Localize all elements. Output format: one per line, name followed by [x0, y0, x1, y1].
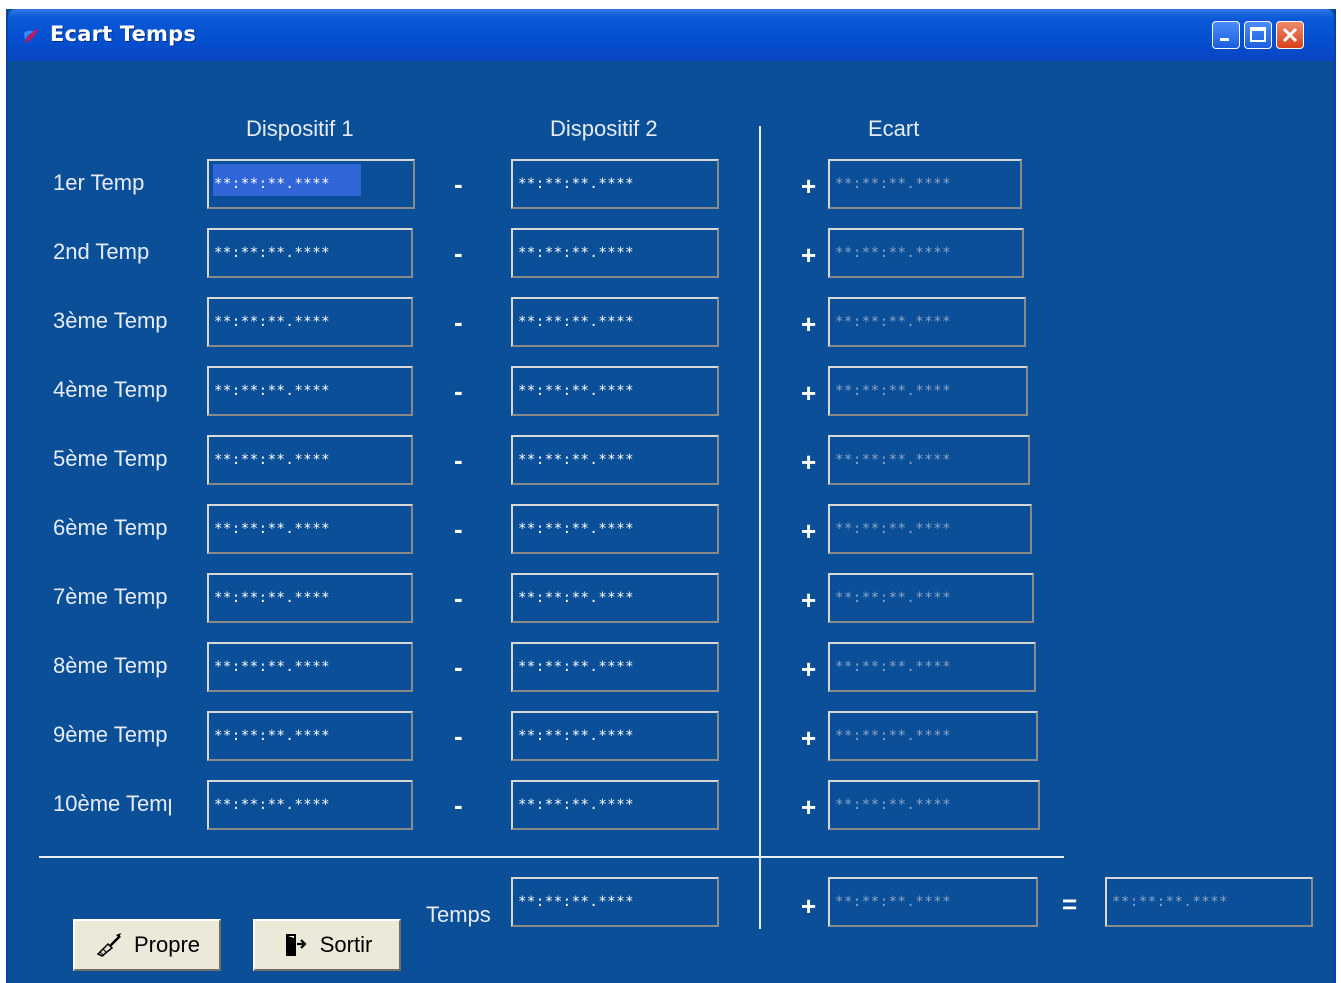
minus-operator: - — [454, 445, 463, 475]
plus-operator: + — [801, 378, 817, 408]
propre-label: Propre — [133, 932, 201, 957]
maximize-button[interactable] — [1244, 21, 1272, 49]
minus-operator: - — [454, 514, 463, 544]
plus-operator: + — [801, 585, 817, 615]
row-separator — [39, 856, 1064, 858]
close-icon — [1282, 27, 1298, 43]
device2-time-field[interactable] — [511, 642, 719, 692]
device2-time-field[interactable] — [511, 435, 719, 485]
plus-operator: + — [801, 171, 817, 201]
exit-door-icon — [285, 934, 307, 956]
minus-operator: - — [454, 307, 463, 337]
minimize-button[interactable] — [1212, 21, 1240, 49]
maximize-icon — [1250, 27, 1266, 42]
device2-time-field[interactable] — [511, 159, 719, 209]
device1-time-field[interactable] — [207, 642, 413, 692]
column-separator — [759, 126, 761, 929]
minus-operator: - — [454, 790, 463, 820]
minimize-icon — [1220, 38, 1229, 41]
ecart-temps-window: Ecart Temps Dispositif 1 Dispositif 2 Ec… — [6, 9, 1336, 983]
gap-time-field[interactable] — [828, 711, 1038, 761]
device1-time-field[interactable] — [207, 435, 413, 485]
device1-time-field[interactable] — [207, 711, 413, 761]
plus-operator: + — [801, 240, 817, 270]
device1-time-field[interactable] — [207, 780, 413, 830]
app-icon — [24, 29, 38, 43]
device1-time-field[interactable] — [207, 297, 413, 347]
row-label: 4ème Temp — [53, 377, 168, 402]
plus-operator: + — [801, 654, 817, 684]
row-label: 8ème Temp — [53, 653, 168, 678]
device2-time-field[interactable] — [511, 573, 719, 623]
plus-operator: + — [801, 309, 817, 339]
gap-time-field[interactable] — [828, 159, 1022, 209]
gap-time-field[interactable] — [828, 573, 1034, 623]
gap-time-field[interactable] — [828, 228, 1024, 278]
minus-operator: - — [454, 169, 463, 199]
gap-time-field[interactable] — [828, 366, 1028, 416]
row-label: 1er Temp — [53, 170, 145, 195]
total-gap-field[interactable] — [828, 877, 1038, 927]
device1-time-field[interactable] — [207, 366, 413, 416]
device2-time-field[interactable] — [511, 297, 719, 347]
header-device1: Dispositif 1 — [246, 116, 354, 141]
total-device2-field[interactable] — [511, 877, 719, 927]
row-label: 2nd Temp — [53, 239, 150, 264]
device2-time-field[interactable] — [511, 711, 719, 761]
temps-label: Temps — [426, 902, 491, 927]
plus-operator: + — [801, 516, 817, 546]
minus-operator: - — [454, 376, 463, 406]
plus-operator: + — [801, 792, 817, 822]
sortir-label: Sortir — [319, 932, 373, 957]
title-bar[interactable]: Ecart Temps — [8, 9, 1334, 61]
gap-time-field[interactable] — [828, 504, 1032, 554]
equals-operator: = — [1062, 889, 1078, 919]
gap-time-field[interactable] — [828, 297, 1026, 347]
device2-time-field[interactable] — [511, 228, 719, 278]
sortir-button[interactable]: Sortir — [253, 919, 401, 971]
device1-time-field[interactable] — [207, 228, 413, 278]
broom-icon — [96, 933, 121, 957]
device2-time-field[interactable] — [511, 366, 719, 416]
plus-operator: + — [801, 891, 817, 921]
gap-time-field[interactable] — [828, 780, 1040, 830]
row-label: 3ème Temp — [53, 308, 168, 333]
device1-time-field[interactable] — [207, 573, 413, 623]
row-label: 7ème Temp — [53, 584, 168, 609]
row-label: 10ème Temp — [53, 791, 171, 816]
result-field[interactable] — [1105, 877, 1313, 927]
row-label: 9ème Temp — [53, 722, 168, 747]
minus-operator: - — [454, 238, 463, 268]
device1-time-field[interactable] — [207, 504, 413, 554]
minus-operator: - — [454, 583, 463, 613]
propre-button[interactable]: Propre — [73, 919, 221, 971]
gap-time-field[interactable] — [828, 435, 1030, 485]
device1-time-field[interactable] — [207, 159, 415, 209]
minus-operator: - — [454, 652, 463, 682]
row-label: 6ème Temp — [53, 515, 168, 540]
gap-time-field[interactable] — [828, 642, 1036, 692]
header-gap: Ecart — [868, 116, 920, 141]
device2-time-field[interactable] — [511, 504, 719, 554]
header-device2: Dispositif 2 — [550, 116, 658, 141]
device2-time-field[interactable] — [511, 780, 719, 830]
plus-operator: + — [801, 447, 817, 477]
close-button[interactable] — [1276, 21, 1304, 49]
plus-operator: + — [801, 723, 817, 753]
minus-operator: - — [454, 721, 463, 751]
row-label: 5ème Temp — [53, 446, 168, 471]
window-title: Ecart Temps — [50, 22, 197, 46]
